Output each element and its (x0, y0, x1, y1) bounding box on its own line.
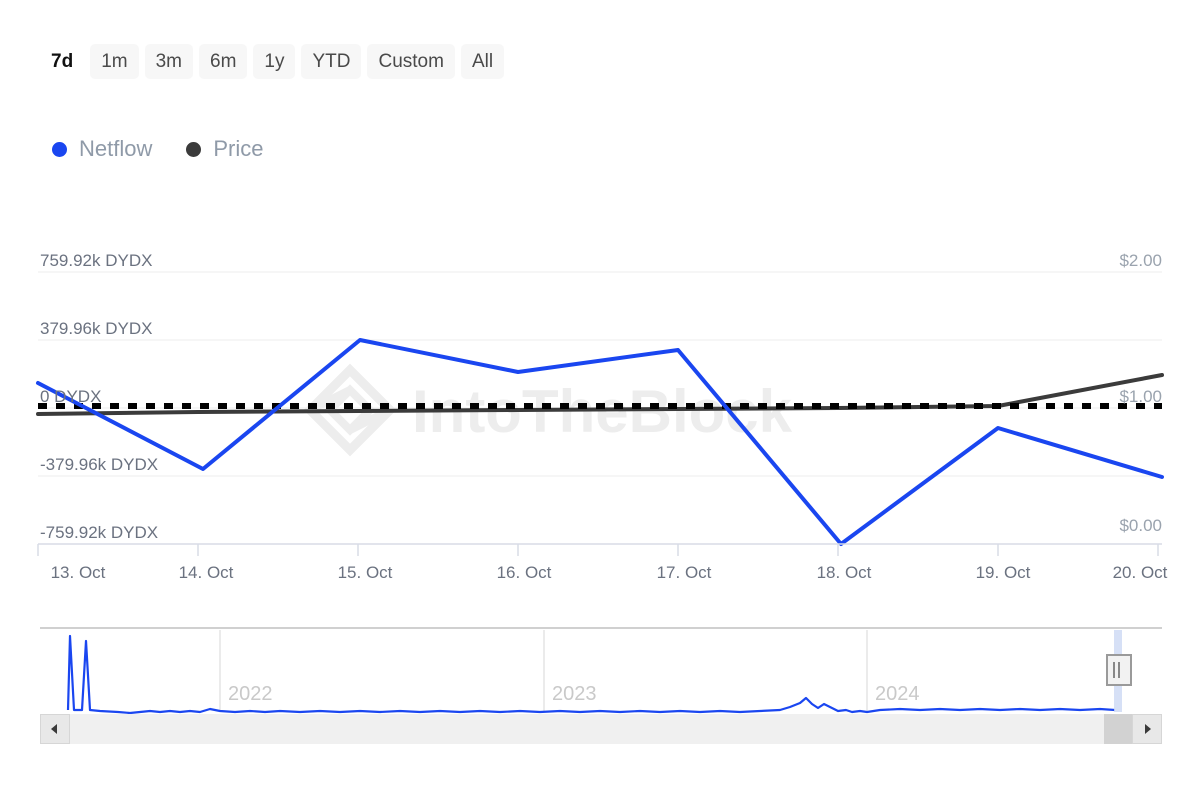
range-button-6m[interactable]: 6m (199, 44, 247, 79)
legend-item-price[interactable]: Price (186, 136, 263, 162)
legend-item-netflow[interactable]: Netflow (52, 136, 152, 162)
navigator-year-2023: 2023 (552, 683, 597, 705)
y-axis-right-tick-0: $2.00 (1119, 251, 1162, 270)
x-axis-tick-1: 14. Oct (179, 563, 234, 582)
y-axis-left-tick-1: 379.96k DYDX (40, 319, 152, 338)
intotheblock-watermark: IntoTheBlock (310, 370, 793, 450)
legend-label-price: Price (213, 136, 263, 162)
scroll-left-button[interactable] (40, 714, 70, 744)
netflow-legend-dot-icon (52, 142, 67, 157)
x-axis-tick-2: 15. Oct (338, 563, 393, 582)
range-button-7d[interactable]: 7d (40, 44, 84, 79)
x-axis-tick-4: 17. Oct (657, 563, 712, 582)
intotheblock-hexagon-logo (310, 370, 390, 450)
navigator-sparkline (68, 636, 1115, 713)
gridlines (38, 272, 1162, 544)
triangle-right-icon (1140, 722, 1154, 736)
navigator-handle-right[interactable] (1107, 655, 1131, 685)
navigator-scrollbar[interactable] (40, 714, 1162, 744)
x-axis-tick-3: 16. Oct (497, 563, 552, 582)
x-axis-tick-7: 20. Oct (1113, 563, 1168, 582)
navigator[interactable]: 2022 2023 2024 (40, 628, 1162, 713)
range-button-1m[interactable]: 1m (90, 44, 138, 79)
scrollbar-track[interactable] (40, 714, 1162, 744)
range-button-all[interactable]: All (461, 44, 504, 79)
grip-handle-icon (1114, 662, 1119, 678)
y-axis-left-tick-0: 759.92k DYDX (40, 251, 152, 270)
y-axis-left-tick-2: 0 DYDX (40, 387, 101, 406)
range-button-ytd[interactable]: YTD (301, 44, 361, 79)
y-axis-right-tick-1: $1.00 (1119, 387, 1162, 406)
price-legend-dot-icon (186, 142, 201, 157)
x-axis-tick-0: 13. Oct (51, 563, 106, 582)
range-button-1y[interactable]: 1y (253, 44, 295, 79)
x-axis-tick-5: 18. Oct (817, 563, 872, 582)
netflow-series-line (38, 340, 1162, 544)
navigator-year-2024: 2024 (875, 683, 920, 705)
navigator-year-2022: 2022 (228, 683, 273, 705)
range-button-custom[interactable]: Custom (367, 44, 454, 79)
chart-plot-area[interactable]: IntoTheBlock 759.92k DYDX 379.96k DYDX 0… (0, 0, 1200, 800)
range-button-3m[interactable]: 3m (145, 44, 193, 79)
range-selector[interactable]: 7d 1m 3m 6m 1y YTD Custom All (40, 44, 504, 79)
scroll-right-button[interactable] (1132, 714, 1162, 744)
chart-legend: Netflow Price (52, 136, 263, 162)
watermark-label: IntoTheBlock (412, 378, 793, 445)
scrollbar-thumb[interactable] (1104, 714, 1132, 744)
triangle-left-icon (48, 722, 62, 736)
y-axis-left-tick-4: -759.92k DYDX (40, 523, 158, 542)
y-axis-right-tick-2: $0.00 (1119, 516, 1162, 535)
legend-label-netflow: Netflow (79, 136, 152, 162)
navigator-selection-edge (1114, 630, 1122, 712)
price-series-line (38, 375, 1162, 414)
x-axis (38, 544, 1162, 556)
y-axis-left-tick-3: -379.96k DYDX (40, 455, 158, 474)
x-axis-tick-6: 19. Oct (976, 563, 1031, 582)
